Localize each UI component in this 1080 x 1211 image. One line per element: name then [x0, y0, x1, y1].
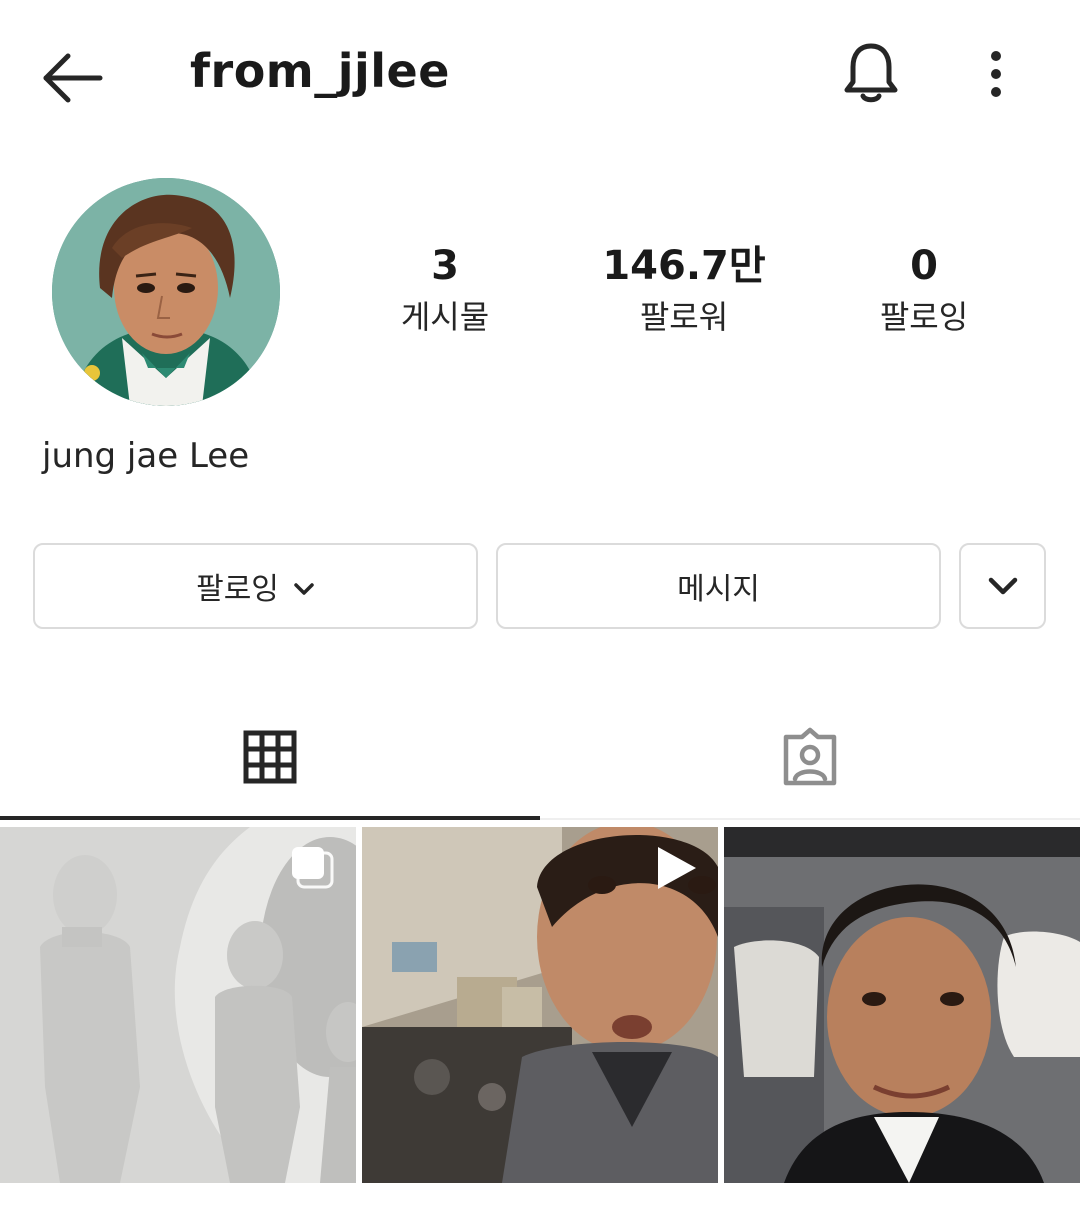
chevron-down-icon [293, 569, 315, 604]
profile-avatar[interactable] [52, 178, 280, 406]
tagged-person-icon [780, 727, 840, 791]
grid-icon [243, 730, 297, 788]
post-thumbnail[interactable] [724, 827, 1080, 1183]
message-button[interactable]: 메시지 [496, 543, 941, 629]
tab-grid[interactable] [0, 700, 540, 818]
following-stat[interactable]: 0 팔로잉 [824, 240, 1024, 342]
following-button-label: 팔로잉 [196, 572, 279, 607]
profile-full-name: jung jae Lee [42, 436, 250, 476]
chevron-down-icon [987, 569, 1019, 604]
posts-label: 게시물 [400, 298, 490, 336]
back-arrow-icon[interactable] [40, 48, 106, 108]
following-label: 팔로잉 [879, 298, 969, 336]
carousel-icon [290, 845, 336, 895]
following-button[interactable]: 팔로잉 [33, 543, 478, 629]
message-button-label: 메시지 [677, 572, 760, 607]
profile-username: from_jjlee [190, 44, 450, 98]
profile-page: from_jjlee 3 게시물 146.7만 팔로워 0 팔로잉 jung j… [0, 0, 1080, 1211]
post-thumbnail[interactable] [0, 827, 356, 1183]
bell-icon[interactable] [838, 40, 904, 106]
play-icon [652, 845, 698, 895]
post-thumbnail[interactable] [362, 827, 718, 1183]
followers-label: 팔로워 [639, 298, 729, 336]
following-count: 0 [910, 243, 938, 289]
more-options-icon[interactable] [978, 48, 1014, 102]
tab-tagged[interactable] [540, 700, 1080, 818]
followers-count: 146.7만 [602, 243, 766, 289]
suggested-dropdown-button[interactable] [959, 543, 1046, 629]
active-tab-indicator [0, 816, 540, 820]
posts-stat: 3 게시물 [345, 240, 545, 342]
posts-count: 3 [431, 243, 459, 289]
followers-stat[interactable]: 146.7만 팔로워 [584, 240, 784, 342]
